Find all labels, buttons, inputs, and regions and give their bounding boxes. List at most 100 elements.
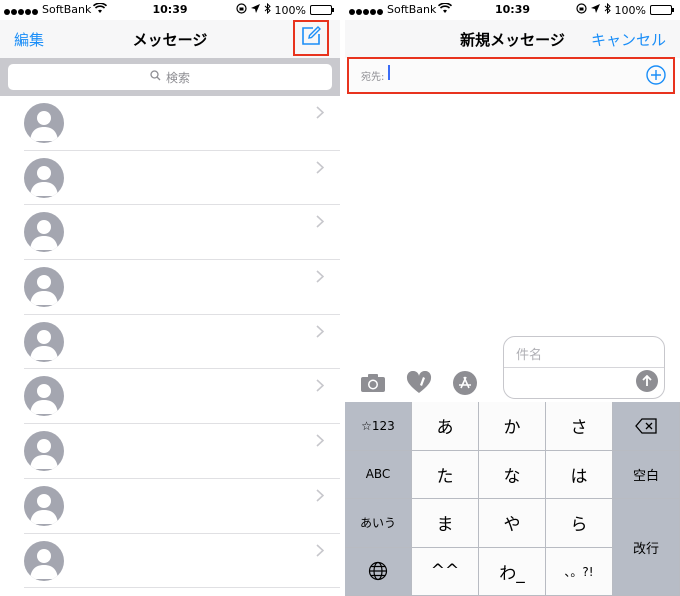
subject-divider: [504, 367, 664, 368]
compose-icon: [300, 25, 322, 51]
conversation-row[interactable]: [0, 96, 340, 151]
key-label: ^^: [430, 561, 460, 582]
chevron-right-icon: [316, 542, 325, 561]
avatar-icon: [24, 212, 64, 253]
location-icon: [250, 3, 260, 17]
key-label: さ: [570, 418, 588, 439]
avatar-icon: [24, 431, 64, 472]
globe-icon: [368, 562, 388, 581]
conversation-row[interactable]: [0, 369, 340, 425]
battery-label: 100%: [614, 3, 646, 17]
key-label: か: [503, 418, 521, 439]
avatar-icon: [24, 267, 64, 308]
abc-key[interactable]: ABC: [345, 450, 412, 499]
text-caret: [388, 65, 390, 80]
nav-bar: 編集 メッセージ: [0, 20, 340, 58]
keyboard-key[interactable]: か: [479, 402, 546, 451]
bluetooth-icon: [604, 2, 611, 17]
conversation-row[interactable]: [0, 260, 340, 315]
conversation-row[interactable]: [0, 424, 340, 479]
key-label: や: [503, 515, 521, 536]
avatar-icon: [24, 103, 64, 143]
chevron-right-icon: [316, 159, 325, 178]
avatar-icon: [24, 376, 64, 417]
key-label: た: [436, 466, 454, 487]
subject-placeholder: 件名: [516, 348, 543, 363]
keyboard: ☆123 あ か さ ABC た な は 空白あいう ま や ら改行 ^^ わ_ 、。?!: [345, 402, 680, 596]
send-arrow-icon: [642, 375, 652, 386]
keyboard-key[interactable]: 、。?!: [546, 547, 613, 596]
nav-bar: 新規メッセージ キャンセル: [345, 20, 680, 58]
key-label: は: [570, 466, 588, 487]
chevron-right-icon: [316, 104, 325, 123]
keyboard-key[interactable]: あ: [412, 402, 479, 451]
search-bar: 検索: [0, 58, 340, 96]
orientation-lock-icon: [575, 3, 587, 17]
send-button[interactable]: [636, 370, 658, 392]
compose-button[interactable]: [293, 20, 329, 56]
key-label: 改行: [632, 541, 659, 557]
add-contact-icon: [646, 65, 666, 85]
chevron-right-icon: [316, 323, 325, 342]
conversation-list: [0, 96, 340, 589]
status-bar: SoftBank 10:39 100%: [345, 0, 680, 20]
chevron-right-icon: [316, 213, 325, 232]
cancel-button[interactable]: キャンセル: [591, 29, 666, 50]
bluetooth-icon: [264, 2, 271, 17]
conversation-row[interactable]: [0, 151, 340, 206]
conversation-row[interactable]: [0, 315, 340, 370]
recipient-label: 宛先:: [361, 72, 385, 83]
conversation-row[interactable]: [0, 534, 340, 589]
new-message-screen: SoftBank 10:39 100% 新規メッセージ キャンセル 宛先: 件名…: [345, 0, 680, 596]
page-title: メッセージ: [132, 31, 208, 49]
chevron-right-icon: [316, 377, 325, 396]
kana-key[interactable]: あいう: [345, 499, 412, 548]
globe-key[interactable]: [345, 547, 412, 596]
messages-list-screen: SoftBank 10:39 100% 編集 メッセージ 検索: [0, 0, 340, 596]
space-key[interactable]: 空白: [613, 450, 680, 499]
battery-icon: [650, 5, 674, 15]
battery-icon: [310, 5, 334, 15]
app-store-button[interactable]: [451, 370, 479, 396]
backspace-key[interactable]: [613, 402, 680, 451]
orientation-lock-icon: [235, 3, 247, 17]
row-separator: [24, 587, 340, 589]
keyboard-key[interactable]: わ_: [479, 547, 546, 596]
camera-button[interactable]: [359, 370, 387, 396]
key-label: ABC: [365, 467, 391, 482]
recipient-field[interactable]: 宛先:: [347, 57, 675, 94]
search-input[interactable]: 検索: [8, 64, 332, 90]
keyboard-key[interactable]: さ: [546, 402, 613, 451]
keyboard-key[interactable]: な: [479, 450, 546, 499]
key-label: あ: [436, 418, 454, 439]
key-label: ☆123: [361, 418, 395, 433]
conversation-row[interactable]: [0, 479, 340, 534]
digital-touch-button[interactable]: [405, 370, 433, 396]
chevron-right-icon: [316, 487, 325, 506]
message-tools: [359, 370, 479, 396]
backspace-icon: [635, 418, 657, 434]
numbers-key[interactable]: ☆123: [345, 402, 412, 451]
keyboard-key[interactable]: ま: [412, 499, 479, 548]
keyboard-key[interactable]: や: [479, 499, 546, 548]
key-label: あいう: [359, 516, 396, 531]
keyboard-key[interactable]: は: [546, 450, 613, 499]
digital-touch-icon: [406, 371, 432, 393]
avatar-icon: [24, 540, 64, 581]
avatar-icon: [24, 485, 64, 526]
keyboard-key[interactable]: た: [412, 450, 479, 499]
add-contact-button[interactable]: [646, 65, 666, 85]
search-placeholder: 検索: [165, 70, 190, 85]
message-input[interactable]: 件名: [503, 336, 665, 399]
battery-label: 100%: [274, 3, 306, 17]
key-label: わ_: [499, 563, 525, 584]
search-icon: [150, 70, 161, 84]
key-label: な: [503, 466, 521, 487]
conversation-row[interactable]: [0, 205, 340, 261]
return-key[interactable]: 改行: [613, 499, 680, 596]
status-bar: SoftBank 10:39 100%: [0, 0, 340, 20]
location-icon: [590, 3, 600, 17]
keyboard-key[interactable]: ら: [546, 499, 613, 548]
keyboard-key[interactable]: ^^: [412, 547, 479, 596]
app-store-icon: [453, 371, 477, 395]
